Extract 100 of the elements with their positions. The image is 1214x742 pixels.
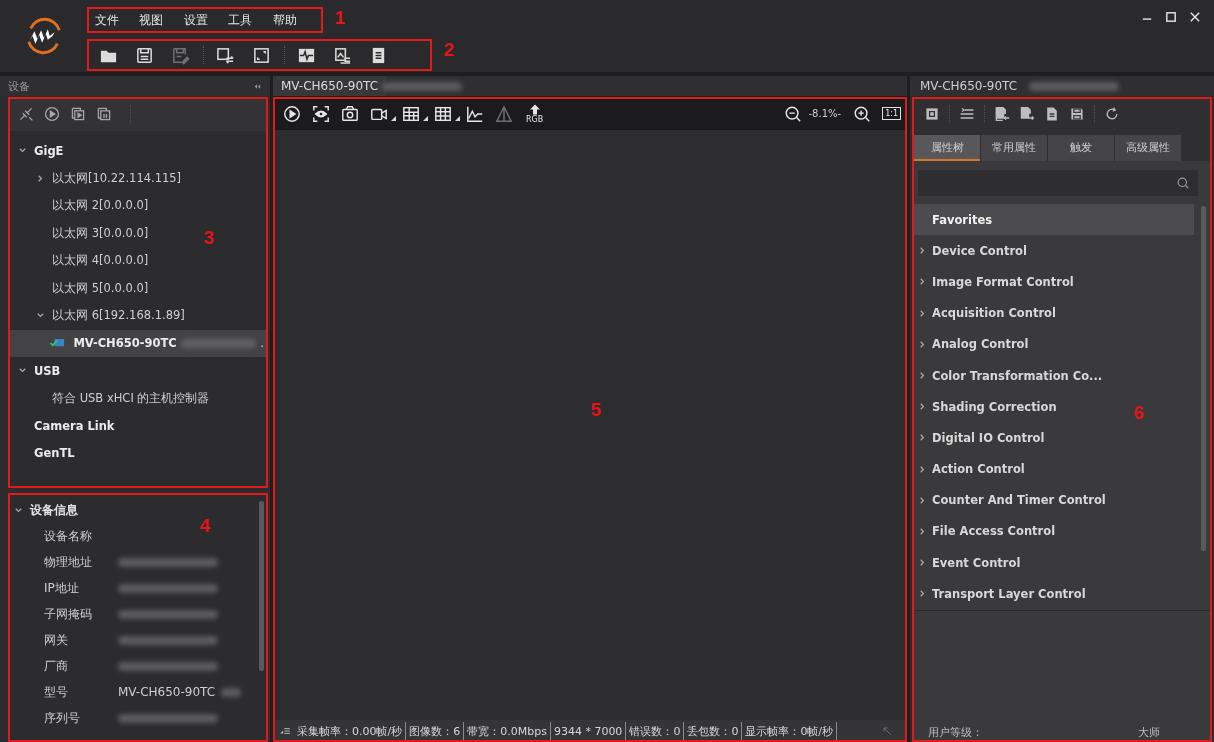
frame-icon[interactable]	[252, 45, 271, 65]
tree-item[interactable]: 以太网[10.22.114.115]	[52, 170, 182, 186]
property-category[interactable]: Favorites	[912, 204, 1194, 236]
section-title: 设备信息	[30, 501, 78, 519]
export-icon[interactable]	[1019, 106, 1035, 122]
copy-play-icon[interactable]	[70, 106, 86, 122]
tab[interactable]: 属性树	[914, 135, 980, 161]
grid-icon[interactable]	[434, 104, 452, 123]
property-category[interactable]: Counter And Timer Control	[912, 484, 1114, 516]
status-text: 错误数：0	[628, 723, 682, 739]
triangle-icon[interactable]	[495, 104, 513, 123]
refresh-icon[interactable]	[1104, 106, 1120, 122]
selected-tree-row[interactable]: MV-CH650-90TC .	[8, 329, 268, 357]
field-label: 厂商	[44, 657, 69, 675]
tree-row[interactable]: GenTL	[8, 439, 79, 467]
tree-row[interactable]: 以太网 2[0.0.0.0]	[8, 192, 153, 220]
property-category[interactable]: Event Control	[912, 547, 1029, 579]
dropdown-caret-icon[interactable]	[423, 116, 428, 121]
maximize-icon[interactable]	[1164, 10, 1178, 24]
status-text: 带宽：0.0Mbps	[466, 723, 548, 739]
field-label: IP地址	[44, 579, 80, 597]
copy-pause-icon[interactable]	[96, 106, 112, 122]
status-text: 显示帧率：0帧/秒	[744, 723, 835, 739]
focus-view-icon[interactable]	[312, 104, 330, 123]
up-arrow-icon	[528, 103, 541, 115]
tree-item[interactable]: 以太网 3[0.0.0.0]	[52, 225, 149, 241]
window-swap-icon[interactable]	[216, 45, 235, 65]
chip-icon[interactable]	[924, 106, 940, 122]
tree-row[interactable]: 以太网[10.22.114.115]	[8, 164, 186, 192]
tree-row[interactable]: USB	[8, 357, 65, 385]
category-label: Color Transformation Co...	[932, 368, 1103, 383]
search-icon[interactable]	[1176, 176, 1190, 190]
tab[interactable]: 高级属性	[1115, 135, 1181, 161]
actual-size-button[interactable]: 1:1	[882, 107, 901, 120]
disconnect-icon[interactable]	[18, 106, 34, 122]
line-chart-icon[interactable]	[466, 104, 484, 123]
status-text: 丢包数：0	[686, 723, 740, 739]
zoom-out-icon[interactable]	[783, 104, 802, 123]
search-field[interactable]	[918, 170, 1198, 196]
tree-item[interactable]: Camera Link	[34, 418, 115, 433]
list-icon[interactable]	[279, 725, 291, 737]
dropdown-caret-icon[interactable]	[455, 116, 460, 121]
tab[interactable]: 触发	[1048, 135, 1114, 161]
document-icon[interactable]	[1044, 106, 1060, 122]
camera-icon[interactable]	[341, 104, 359, 123]
property-category[interactable]: Image Format Control	[912, 266, 1082, 298]
close-icon[interactable]	[1188, 10, 1202, 24]
save-icon[interactable]	[1069, 106, 1085, 122]
rgb-button[interactable]: RGB	[526, 103, 544, 124]
image-list-icon[interactable]	[333, 45, 352, 65]
tree-row[interactable]: 以太网 4[0.0.0.0]	[8, 247, 153, 275]
scrollbar-thumb[interactable]	[259, 501, 264, 671]
save-edit-icon[interactable]	[171, 45, 190, 65]
dropdown-caret-icon[interactable]	[391, 116, 396, 121]
device-name[interactable]: MV-CH650-90TC	[73, 336, 177, 351]
tree-item[interactable]: USB	[34, 363, 61, 378]
menu-item[interactable]: 文件	[95, 11, 140, 29]
status-text: 图像数：6	[408, 723, 462, 739]
zoom-in-icon[interactable]	[853, 104, 872, 123]
tree-row[interactable]: 以太网 5[0.0.0.0]	[8, 274, 153, 302]
tree-item[interactable]: 符合 USB xHCI 的主机控制器	[52, 390, 210, 406]
tree-row[interactable]: 符合 USB xHCI 的主机控制器	[8, 384, 214, 412]
property-category[interactable]: Acquisition Control	[912, 297, 1064, 329]
menu-item[interactable]: 设置	[183, 11, 229, 29]
corner-arrow-icon[interactable]	[881, 725, 893, 737]
tab[interactable]: 常用属性	[981, 135, 1047, 161]
annotation-number: 2	[444, 39, 455, 61]
property-category[interactable]: Transport Layer Control	[912, 578, 1094, 610]
property-category[interactable]: Action Control	[912, 453, 1033, 485]
tree-row[interactable]: Camera Link	[8, 412, 119, 440]
property-category[interactable]: Digital IO Control	[912, 422, 1053, 454]
menu-item[interactable]: 视图	[139, 11, 184, 29]
tree-item[interactable]: 以太网 4[0.0.0.0]	[52, 253, 149, 269]
menu-item[interactable]: 工具	[228, 11, 273, 29]
field-value: MV-CH650-90TC	[118, 685, 216, 699]
grid-icon[interactable]	[402, 104, 420, 123]
ellipsis-text: .	[260, 336, 264, 351]
menu-item[interactable]: 帮助	[272, 11, 318, 29]
user-level-dropdown[interactable]: 大师	[1138, 725, 1160, 740]
property-category[interactable]: File Access Control	[912, 515, 1064, 548]
property-category[interactable]: Analog Control	[912, 328, 1037, 360]
category-label: Device Control	[932, 243, 1027, 258]
annotation-number: 4	[200, 515, 211, 537]
property-category[interactable]: Device Control	[912, 235, 1035, 267]
list-icon[interactable]	[959, 106, 975, 122]
import-icon[interactable]	[994, 106, 1010, 122]
field-label: 网关	[44, 631, 69, 649]
save-icon[interactable]	[135, 45, 154, 65]
tree-item[interactable]: 以太网 6[192.168.1.89]	[52, 308, 185, 324]
tree-item[interactable]: 以太网 2[0.0.0.0]	[52, 198, 149, 214]
tree-item[interactable]: GenTL	[34, 446, 75, 461]
tree-item[interactable]: GigE	[34, 143, 64, 158]
tree-row[interactable]: 以太网 6[192.168.1.89]	[8, 302, 189, 330]
tree-item[interactable]: 以太网 5[0.0.0.0]	[52, 280, 149, 296]
document-tab[interactable]: MV-CH650-90TC	[273, 76, 387, 96]
tree-row[interactable]: GigE	[8, 137, 68, 165]
scrollbar-thumb[interactable]	[1201, 206, 1206, 551]
property-category[interactable]: Shading Correction	[912, 391, 1065, 423]
tree-row[interactable]: 以太网 3[0.0.0.0]	[8, 219, 153, 247]
property-category[interactable]: Color Transformation Co...	[912, 359, 1111, 392]
